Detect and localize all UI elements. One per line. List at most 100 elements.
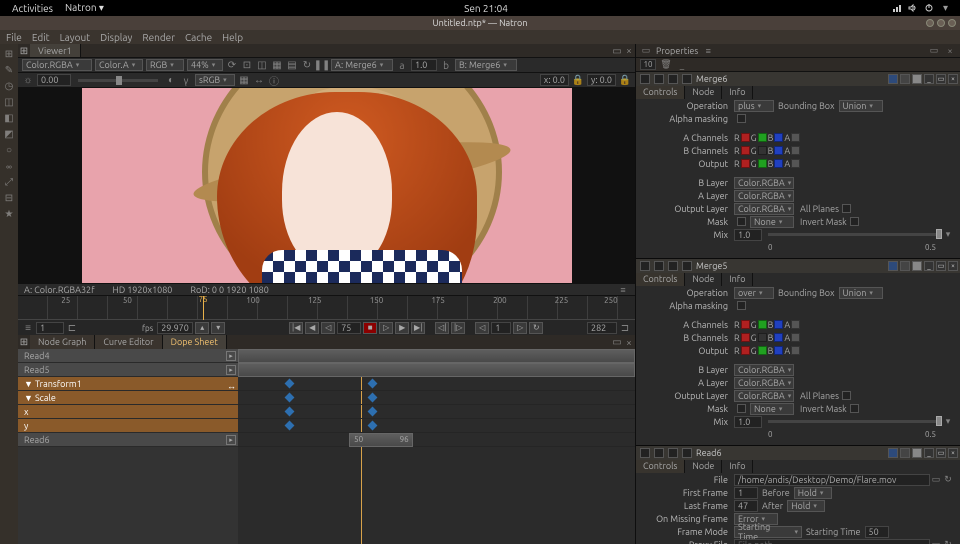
all-planes-checkbox[interactable] [842, 391, 851, 400]
range-lock2-icon[interactable]: ⊐ [619, 322, 631, 334]
tool-filter-icon[interactable]: ◩ [3, 128, 15, 140]
menu-render[interactable]: Render [142, 32, 175, 43]
after-dropdown[interactable]: Hold [787, 500, 825, 512]
expand-icon[interactable]: ▸ [226, 435, 236, 445]
tab-curve-editor[interactable]: Curve Editor [95, 335, 162, 349]
bbox-dropdown[interactable]: Union [839, 287, 883, 299]
expand-icon[interactable]: ▸ [226, 365, 236, 375]
node-redo-icon[interactable] [668, 74, 678, 84]
tool-channel-icon[interactable]: ◫ [3, 96, 15, 108]
last-frame-input[interactable]: 47 [734, 500, 758, 512]
clock[interactable]: Sen 21:04 [464, 3, 508, 14]
system-tray[interactable]: ▾ [889, 2, 954, 14]
mix-input[interactable]: 1.0 [734, 416, 762, 428]
tab-dope-sheet[interactable]: Dope Sheet [163, 335, 227, 349]
overlay-r-icon[interactable] [888, 261, 898, 271]
tool-draw-icon[interactable]: ✎ [3, 64, 15, 76]
close-button[interactable] [948, 19, 956, 27]
alpha-masking-checkbox[interactable] [737, 114, 746, 123]
a-layer-dropdown[interactable]: Color.RGBA [734, 377, 794, 389]
app-menu[interactable]: Natron ▾ [65, 2, 104, 14]
mix-slider[interactable] [768, 420, 936, 423]
mask-enable-checkbox[interactable] [737, 217, 746, 226]
hide-icon[interactable]: _ [924, 74, 934, 84]
last-frame-input[interactable]: 282 [587, 322, 617, 334]
node-undo-icon[interactable] [654, 261, 664, 271]
starting-time-input[interactable]: 50 [865, 526, 889, 538]
menu-display[interactable]: Display [100, 32, 132, 43]
lock-y-icon[interactable]: 🔒 [619, 74, 631, 86]
minimize-button[interactable] [926, 19, 934, 27]
tab-node[interactable]: Node [685, 86, 722, 99]
play-back-button[interactable]: ◀ [305, 322, 319, 334]
proxy-icon[interactable]: ◫ [256, 59, 268, 71]
node-restore-icon[interactable] [682, 261, 692, 271]
sync-icon[interactable]: ⟳ [226, 59, 238, 71]
anim-menu-icon[interactable]: ▾ [942, 416, 954, 428]
menu-cache[interactable]: Cache [185, 32, 212, 43]
file-reload-icon[interactable]: ↻ [942, 474, 954, 486]
frame-mode-dropdown[interactable]: Starting Time [734, 526, 802, 538]
mask-dropdown[interactable]: None [750, 403, 794, 415]
menu-file[interactable]: File [6, 32, 22, 43]
mask-dropdown[interactable]: None [750, 216, 794, 228]
mix-input[interactable]: 1.0 [734, 229, 762, 241]
center-icon[interactable] [900, 74, 910, 84]
dope-row-transform1[interactable]: ▼ Transform1↔ [18, 377, 238, 391]
panel-count[interactable]: 10 [640, 59, 656, 70]
next-key-button[interactable]: |▷ [451, 322, 465, 334]
step-back-button[interactable]: ◁ [321, 322, 335, 334]
gamma-icon[interactable]: γ [180, 74, 192, 86]
keyframe[interactable] [368, 379, 378, 389]
tab-info[interactable]: Info [722, 273, 753, 286]
node-restore-icon[interactable] [682, 74, 692, 84]
dope-tracks[interactable]: 50 96 [238, 349, 635, 544]
node-header[interactable]: Merge6 _ ▭ × [636, 72, 960, 86]
before-dropdown[interactable]: Hold [794, 487, 832, 499]
fps-up-button[interactable]: ▴ [195, 322, 209, 334]
first-frame-input[interactable]: 1 [734, 487, 758, 499]
lock-x-icon[interactable]: 🔒 [572, 74, 584, 86]
tool-keyer-icon[interactable]: ○ [3, 144, 15, 156]
b-input-dropdown[interactable]: B: Merge6 [455, 59, 517, 71]
render-scale-icon[interactable]: ▤ [286, 59, 298, 71]
pause-icon[interactable]: ❚❚ [316, 59, 328, 71]
help-icon[interactable] [912, 74, 922, 84]
colorspace-dropdown[interactable]: sRGB [195, 74, 235, 86]
out-layer-dropdown[interactable]: Color.RGBA [734, 390, 794, 402]
gain-icon[interactable]: ☼ [22, 74, 34, 86]
node-header[interactable]: Merge5 _ ▭ × [636, 259, 960, 273]
timeline-ruler[interactable]: 75 2550 100125 150175 200225 250 [18, 296, 635, 320]
clip-read4[interactable] [238, 349, 635, 363]
playhead[interactable] [203, 296, 204, 320]
b-layer-dropdown[interactable]: Color.RGBA [734, 364, 794, 376]
viewer-canvas[interactable] [18, 88, 635, 283]
float-icon[interactable]: ▭ [936, 74, 946, 84]
wipe-a-icon[interactable]: a [396, 59, 408, 71]
expand-icon[interactable]: ▸ [226, 351, 236, 361]
gain-input[interactable]: 0.00 [37, 74, 71, 86]
clip-read5[interactable] [238, 363, 635, 377]
float-icon[interactable]: ▭ [936, 261, 946, 271]
proxy-browse-icon[interactable]: ▭ [930, 539, 942, 544]
menu-edit[interactable]: Edit [32, 32, 50, 43]
prev-key-button[interactable]: ◁| [435, 322, 449, 334]
close-node-icon[interactable]: × [948, 261, 958, 271]
first-frame-input[interactable]: 1 [36, 322, 64, 334]
node-color-icon[interactable] [640, 74, 650, 84]
alpha-dropdown[interactable]: Color.A [95, 59, 143, 71]
tab-node[interactable]: Node [685, 273, 722, 286]
maximize-button[interactable] [937, 19, 945, 27]
viewer-tab[interactable]: Viewer1 [30, 44, 81, 57]
a-input-dropdown[interactable]: A: Merge6 [331, 59, 393, 71]
operation-dropdown[interactable]: over [734, 287, 774, 299]
track-transform1[interactable] [238, 377, 635, 391]
play-fwd-button[interactable]: ▶ [395, 322, 409, 334]
b-layer-dropdown[interactable]: Color.RGBA [734, 177, 794, 189]
roi-icon[interactable]: ▦ [271, 59, 283, 71]
tool-views-icon[interactable]: ⊟ [3, 192, 15, 204]
help-icon[interactable] [912, 261, 922, 271]
undock2-icon[interactable]: ▭ [611, 336, 623, 348]
step-fwd-button[interactable]: ▷ [379, 322, 393, 334]
clip-read6[interactable]: 50 96 [349, 433, 413, 447]
